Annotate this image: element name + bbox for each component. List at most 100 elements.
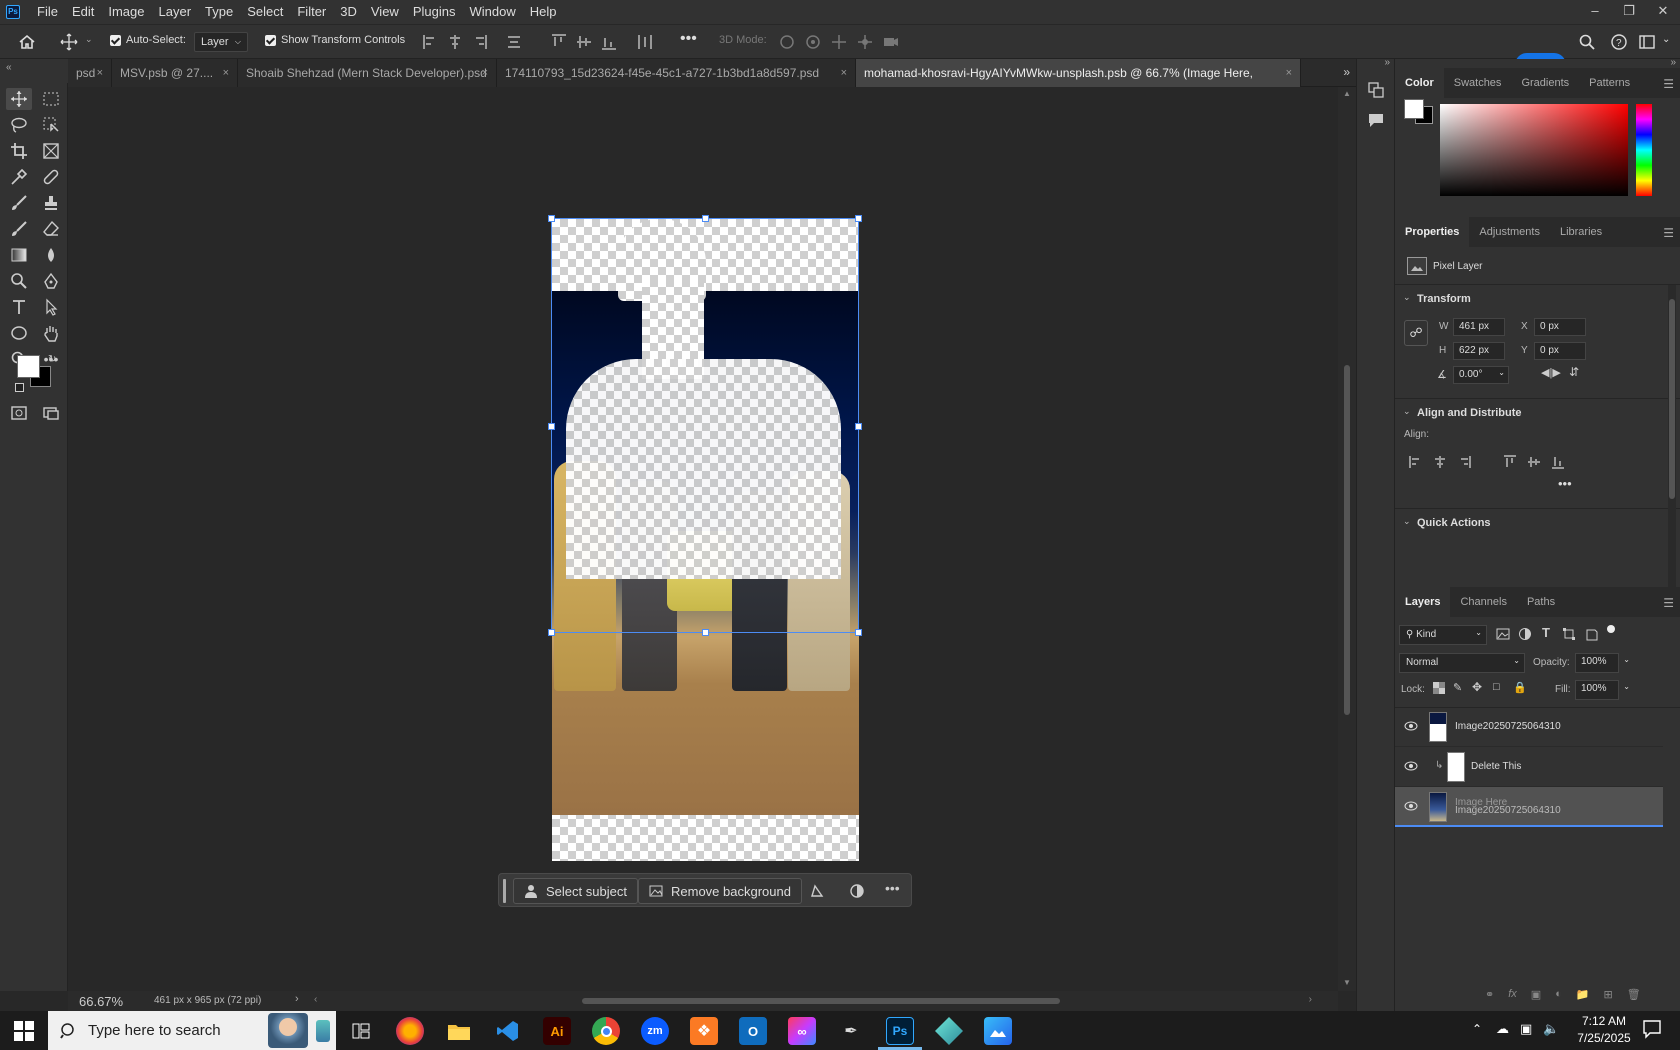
taskbar-search-box[interactable]: Type here to search <box>48 1011 336 1050</box>
vscode-icon[interactable] <box>494 1017 522 1045</box>
healing-brush-tool-button[interactable] <box>38 166 64 188</box>
flip-horizontal-icon[interactable]: ◀|▶ <box>1541 366 1561 379</box>
eraser-tool-button[interactable] <box>38 218 64 240</box>
tab-adjustments[interactable]: Adjustments <box>1469 217 1550 247</box>
zoom-icon[interactable]: zm <box>641 1017 669 1045</box>
system-clock[interactable]: 7:12 AM 7/25/2025 <box>1560 1013 1648 1047</box>
tab-gradients[interactable]: Gradients <box>1511 68 1579 98</box>
screen-mode-icon[interactable] <box>38 402 64 424</box>
show-transform-option[interactable]: Show Transform Controls <box>265 34 405 46</box>
scroll-down-icon[interactable]: ▼ <box>1343 978 1351 987</box>
status-more-icon[interactable]: › <box>295 993 299 1005</box>
new-adjustment-layer-icon[interactable]: ◐ <box>1555 988 1562 1001</box>
illustrator-icon[interactable]: Ai <box>543 1017 571 1045</box>
chrome-icon[interactable] <box>592 1017 620 1045</box>
photos-icon[interactable] <box>984 1017 1012 1045</box>
distribute-horizontal-icon[interactable] <box>636 33 654 51</box>
3d-pan-icon[interactable] <box>830 33 848 51</box>
blur-tool-button[interactable] <box>38 244 64 266</box>
more-align-options-icon[interactable]: ••• <box>1558 476 1572 491</box>
transform-handle[interactable] <box>548 215 555 222</box>
horizontal-scroll-thumb[interactable] <box>582 998 1060 1004</box>
visibility-eye-icon[interactable] <box>1404 761 1418 771</box>
search-icon[interactable] <box>1578 33 1596 51</box>
panel-menu-icon[interactable]: ☰ <box>1663 596 1674 610</box>
file-explorer-icon[interactable] <box>445 1017 473 1045</box>
align-middle-icon[interactable] <box>1527 455 1541 469</box>
transform-handle[interactable] <box>855 629 862 636</box>
history-brush-tool-button[interactable] <box>6 218 32 240</box>
menu-help[interactable]: Help <box>523 0 564 24</box>
tab-document-4[interactable]: 174110793_15d23624-f45e-45c1-a727-1b3bd1… <box>497 59 856 87</box>
close-tab-icon[interactable]: × <box>841 59 847 87</box>
close-tab-icon[interactable]: × <box>482 59 488 87</box>
outlook-icon[interactable]: O <box>739 1017 767 1045</box>
align-bottom-icon[interactable] <box>1551 455 1565 469</box>
scroll-left-icon[interactable]: ‹ <box>314 994 317 1005</box>
transform-handle[interactable] <box>855 215 862 222</box>
eyedropper-tool-button[interactable] <box>6 166 32 188</box>
align-horizontal-centers-icon[interactable] <box>447 33 463 51</box>
filter-toggle-icon[interactable] <box>1607 625 1615 633</box>
task-view-icon[interactable] <box>347 1017 375 1045</box>
align-center-icon[interactable] <box>1433 455 1447 469</box>
adjustment-icon[interactable] <box>849 883 865 899</box>
close-tab-icon[interactable]: × <box>1286 59 1292 87</box>
lasso-tool-button[interactable] <box>6 114 32 136</box>
tab-layers[interactable]: Layers <box>1395 587 1451 617</box>
menu-3d[interactable]: 3D <box>333 0 364 24</box>
tab-document-1[interactable]: psd × <box>68 59 112 87</box>
scroll-right-icon[interactable]: › <box>1309 994 1312 1005</box>
collapse-chevron-icon[interactable]: ⌄ <box>1403 406 1411 417</box>
crop-tool-button[interactable] <box>6 140 32 162</box>
filter-shape-icon[interactable] <box>1562 627 1576 641</box>
object-selection-tool-button[interactable] <box>38 114 64 136</box>
fill-input[interactable]: 100% ⌄ <box>1575 680 1630 700</box>
visibility-eye-icon[interactable] <box>1404 721 1418 731</box>
network-icon[interactable]: ▣ <box>1520 1021 1532 1037</box>
add-layer-style-icon[interactable]: fx <box>1508 988 1517 1001</box>
transform-handle[interactable] <box>548 423 555 430</box>
y-position-input[interactable]: 0 px <box>1534 342 1586 360</box>
x-position-input[interactable]: 0 px <box>1534 318 1586 336</box>
scroll-up-icon[interactable]: ▲ <box>1343 89 1351 98</box>
align-right-icon[interactable] <box>1457 455 1471 469</box>
tab-properties[interactable]: Properties <box>1395 217 1470 247</box>
panel-menu-icon[interactable]: ☰ <box>1663 226 1674 240</box>
3d-orbit-icon[interactable] <box>778 33 796 51</box>
align-title[interactable]: Align and Distribute <box>1417 407 1522 419</box>
onedrive-status-icon[interactable]: ☁ <box>1496 1021 1509 1037</box>
align-top-icon[interactable] <box>1503 455 1517 469</box>
close-tab-icon[interactable]: × <box>97 59 103 87</box>
menu-plugins[interactable]: Plugins <box>406 0 463 24</box>
layer-name[interactable]: Delete This <box>1471 761 1521 772</box>
pen-tool-app-icon[interactable]: ✒ <box>837 1017 865 1045</box>
visibility-eye-icon[interactable] <box>1404 801 1418 811</box>
tab-document-active[interactable]: mohamad-khosravi-HgyAIYvMWkw-unsplash.ps… <box>856 59 1301 108</box>
blend-mode-dropdown[interactable]: Normal ⌄ <box>1399 653 1525 673</box>
transform-icon[interactable] <box>809 883 825 899</box>
collapse-chevron-icon[interactable]: ⌄ <box>1403 516 1411 527</box>
new-group-icon[interactable]: 📁 <box>1576 988 1590 1001</box>
horizontal-scrollbar[interactable]: ‹ › <box>300 991 1338 1011</box>
link-proportions-icon[interactable]: ☍ <box>1404 320 1428 346</box>
zoom-level[interactable]: 66.67% <box>79 994 123 1009</box>
transform-handle[interactable] <box>702 629 709 636</box>
menu-edit[interactable]: Edit <box>65 0 101 24</box>
3d-scale-icon[interactable] <box>882 33 900 51</box>
swap-colors-icon[interactable]: ↻ <box>48 354 56 365</box>
filter-adjustment-icon[interactable] <box>1518 627 1532 641</box>
transform-handle[interactable] <box>855 423 862 430</box>
layer-row[interactable]: Image20250725064310 <box>1395 707 1663 747</box>
quick-actions-title[interactable]: Quick Actions <box>1417 517 1491 529</box>
firefox-icon[interactable] <box>396 1017 424 1045</box>
tab-color[interactable]: Color <box>1395 68 1444 98</box>
auto-select-checkbox[interactable] <box>110 34 121 46</box>
clone-stamp-tool-button[interactable] <box>38 192 64 214</box>
collapse-panels-icon[interactable]: » <box>1384 57 1390 68</box>
show-hidden-icons-icon[interactable]: ⌃ <box>1472 1022 1482 1036</box>
close-tab-icon[interactable]: × <box>223 59 229 87</box>
lock-all-icon[interactable]: 🔒 <box>1513 681 1527 694</box>
menu-window[interactable]: Window <box>462 0 522 24</box>
properties-scroll-thumb[interactable] <box>1669 299 1675 499</box>
